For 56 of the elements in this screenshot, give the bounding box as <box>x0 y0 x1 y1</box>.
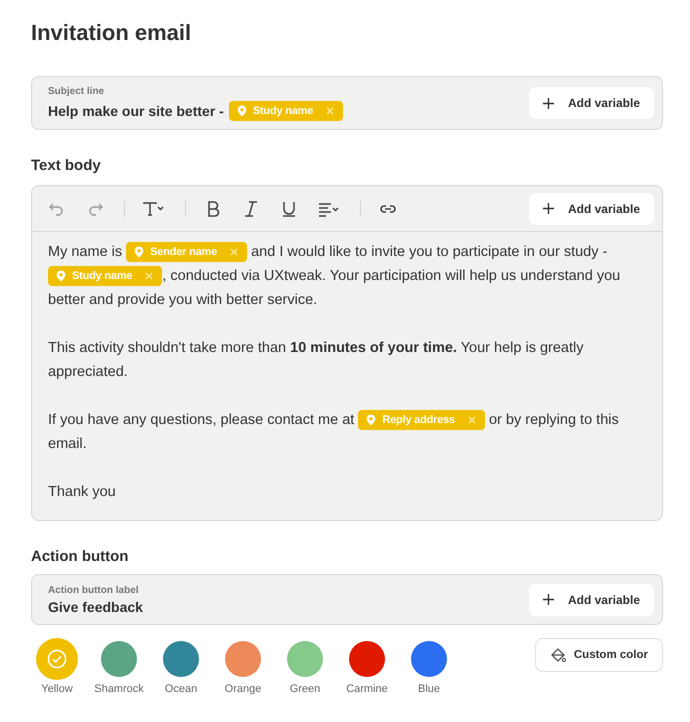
color-swatch[interactable] <box>101 641 137 677</box>
add-variable-button[interactable]: Add variable <box>528 87 654 119</box>
color-name: Green <box>290 683 320 695</box>
color-name: Orange <box>224 683 262 695</box>
custom-color-button[interactable]: Custom color <box>534 638 663 672</box>
color-name: Carmine <box>346 683 388 695</box>
field-value: Give feedback <box>48 598 143 614</box>
pin-icon <box>236 104 247 116</box>
field-label: Action button label <box>48 584 140 596</box>
section-heading: Action button <box>31 548 130 565</box>
body-text: and I would like to invite you to participate in our study - <box>251 244 608 260</box>
body-text: or by replying to this <box>488 412 619 428</box>
page-title: Invitation email <box>31 20 192 46</box>
pin-icon <box>134 246 144 258</box>
color-name: Blue <box>418 683 440 695</box>
body-text: Thank you <box>48 484 116 500</box>
underline-button[interactable] <box>280 200 298 218</box>
field-label: Subject line <box>48 86 106 96</box>
body-text: This activity shouldn't take more than 10 minutes of your time. Your help is greatly appreciated. <box>48 340 584 380</box>
text-style-button[interactable] <box>143 200 165 218</box>
italic-icon <box>242 200 260 218</box>
italic-button[interactable] <box>242 200 260 218</box>
close-icon <box>230 248 238 256</box>
close-icon <box>145 272 154 280</box>
plus-icon <box>542 203 554 214</box>
check-icon <box>47 649 67 669</box>
body-text: better and provide you with better service. <box>48 292 318 308</box>
action-button-label-field[interactable]: Action button label Give feedback Add variable <box>31 574 663 625</box>
body-text: My name is <box>48 244 122 260</box>
color-name: Yellow <box>41 683 73 695</box>
add-variable-button[interactable]: Add variable <box>528 584 654 616</box>
underline-icon <box>280 200 298 218</box>
color-swatch[interactable] <box>225 641 261 677</box>
color-swatch[interactable] <box>411 641 447 677</box>
body-text: If you have any questions, please contact me at <box>48 412 354 428</box>
field-value: Help make our site better - <box>48 102 224 118</box>
pin-icon <box>366 414 376 426</box>
section-heading: Text body <box>31 157 102 174</box>
close-icon <box>326 106 334 114</box>
color-swatch[interactable] <box>163 641 199 677</box>
color-name: Ocean <box>164 683 198 695</box>
plus-icon <box>542 98 554 108</box>
color-swatch[interactable] <box>36 638 78 680</box>
color-name: Shamrock <box>94 683 144 695</box>
body-text: email. <box>48 436 87 452</box>
color-swatch[interactable] <box>287 641 323 677</box>
plus-icon <box>542 594 554 605</box>
pin-icon <box>56 270 66 282</box>
color-swatch[interactable] <box>349 641 385 677</box>
text-style-icon <box>143 200 165 218</box>
close-icon <box>468 416 476 424</box>
subject-field[interactable]: Subject line Help make our site better - Study name Add variable <box>31 76 663 130</box>
body-text: , conducted via UXtweak. Your participation will help us understand you <box>162 268 620 284</box>
text-editor[interactable] <box>31 185 663 521</box>
add-variable-button[interactable]: Add variable <box>528 192 654 224</box>
paint-bucket-icon <box>550 647 566 663</box>
